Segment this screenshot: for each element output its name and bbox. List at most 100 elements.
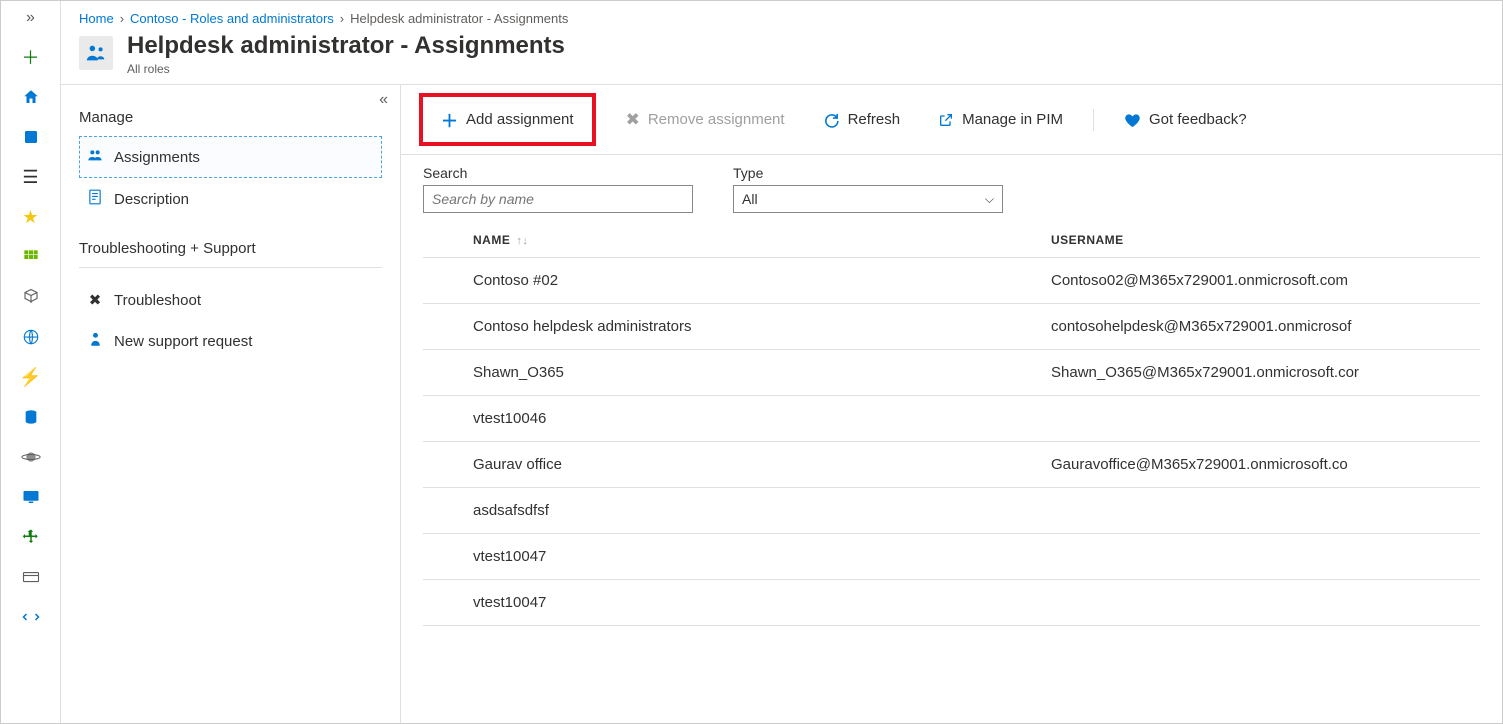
filter-row: Search Type All ⌵ (401, 155, 1502, 219)
cosmos-db-icon[interactable] (21, 447, 41, 467)
type-label: Type (733, 165, 1003, 181)
divider (79, 267, 382, 268)
remove-assignment-button[interactable]: ✖ Remove assignment (618, 104, 793, 136)
menu-new-support[interactable]: New support request (79, 320, 382, 362)
page-subtitle: All roles (127, 62, 565, 76)
add-assignment-button[interactable]: ＋ Add assignment (433, 101, 582, 138)
breadcrumb-roles[interactable]: Contoso - Roles and administrators (130, 11, 334, 26)
cell-name: asdsafsdfsf (423, 488, 1043, 534)
cell-name: Contoso helpdesk administrators (423, 304, 1043, 350)
column-name-header[interactable]: NAME↑↓ (423, 219, 1043, 258)
page-header: Helpdesk administrator - Assignments All… (61, 32, 1502, 84)
breadcrumb-home[interactable]: Home (79, 11, 114, 26)
breadcrumb-current: Helpdesk administrator - Assignments (350, 11, 568, 26)
content-row: « Manage Assignments Description (61, 84, 1502, 723)
virtual-networks-icon[interactable] (21, 607, 41, 627)
breadcrumb: Home › Contoso - Roles and administrator… (61, 1, 1502, 32)
column-username-header[interactable]: USERNAME (1043, 219, 1480, 258)
menu-troubleshoot[interactable]: ✖ Troubleshoot (79, 280, 382, 320)
heart-icon (1124, 112, 1141, 128)
cell-username (1043, 396, 1480, 442)
resource-groups-icon[interactable] (21, 287, 41, 307)
role-icon (79, 36, 113, 70)
remove-icon: ✖ (626, 110, 640, 130)
table-row[interactable]: Contoso #02Contoso02@M365x729001.onmicro… (423, 258, 1480, 304)
menu-troubleshoot-label: Troubleshoot (114, 292, 201, 309)
table-row[interactable]: Shawn_O365Shawn_O365@M365x729001.onmicro… (423, 350, 1480, 396)
all-services-icon[interactable]: ☰ (21, 167, 41, 187)
cell-name: vtest10047 (423, 534, 1043, 580)
table-row[interactable]: vtest10047 (423, 580, 1480, 626)
manage-section-header: Manage (79, 109, 382, 126)
assignments-table-wrap: NAME↑↓ USERNAME Contoso #02Contoso02@M36… (401, 219, 1502, 723)
dashboard-icon[interactable] (21, 127, 41, 147)
load-balancers-icon[interactable] (21, 527, 41, 547)
troubleshoot-icon: ✖ (86, 291, 104, 309)
storage-accounts-icon[interactable] (21, 567, 41, 587)
feedback-label: Got feedback? (1149, 111, 1247, 128)
table-row[interactable]: vtest10046 (423, 396, 1480, 442)
table-row[interactable]: vtest10047 (423, 534, 1480, 580)
support-icon (86, 331, 104, 351)
description-icon (86, 189, 104, 209)
menu-assignments-label: Assignments (114, 149, 200, 166)
sql-databases-icon[interactable] (21, 407, 41, 427)
cell-username: contosohelpdesk@M365x729001.onmicrosof (1043, 304, 1480, 350)
create-resource-icon[interactable]: ＋ (21, 47, 41, 67)
cell-name: Contoso #02 (423, 258, 1043, 304)
add-assignment-label: Add assignment (466, 111, 574, 128)
chevron-down-icon: ⌵ (985, 192, 994, 207)
remove-assignment-label: Remove assignment (648, 111, 785, 128)
cell-username (1043, 488, 1480, 534)
detail-pane: ＋ Add assignment ✖ Remove assignment Ref… (401, 85, 1502, 723)
refresh-icon (823, 111, 840, 128)
function-apps-icon[interactable]: ⚡ (21, 367, 41, 387)
collapse-menu-icon[interactable]: « (379, 91, 388, 109)
assignments-table: NAME↑↓ USERNAME Contoso #02Contoso02@M36… (423, 219, 1480, 626)
menu-assignments[interactable]: Assignments (79, 136, 382, 178)
cell-username (1043, 580, 1480, 626)
cell-name: Gaurav office (423, 442, 1043, 488)
resource-menu: « Manage Assignments Description (61, 85, 401, 723)
favorites-icon[interactable]: ★ (21, 207, 41, 227)
menu-description-label: Description (114, 191, 189, 208)
cell-username: Gauravoffice@M365x729001.onmicrosoft.co (1043, 442, 1480, 488)
menu-description[interactable]: Description (79, 178, 382, 220)
table-row[interactable]: Gaurav officeGauravoffice@M365x729001.on… (423, 442, 1480, 488)
command-bar: ＋ Add assignment ✖ Remove assignment Ref… (401, 85, 1502, 155)
cell-name: vtest10046 (423, 396, 1043, 442)
type-select[interactable]: All ⌵ (733, 185, 1003, 213)
page-title: Helpdesk administrator - Assignments (127, 32, 565, 60)
cell-username (1043, 534, 1480, 580)
all-resources-icon[interactable] (21, 247, 41, 267)
type-select-value: All (742, 191, 758, 207)
cell-username: Contoso02@M365x729001.onmicrosoft.com (1043, 258, 1480, 304)
manage-pim-label: Manage in PIM (962, 111, 1063, 128)
global-nav-rail: » ＋ ☰ ★ ⚡ (1, 1, 61, 723)
manage-pim-button[interactable]: Manage in PIM (930, 105, 1071, 134)
plus-icon: ＋ (441, 107, 458, 132)
table-row[interactable]: Contoso helpdesk administratorscontosohe… (423, 304, 1480, 350)
virtual-machines-icon[interactable] (21, 487, 41, 507)
menu-new-support-label: New support request (114, 333, 252, 350)
assignments-icon (86, 147, 104, 167)
table-row[interactable]: asdsafsdfsf (423, 488, 1480, 534)
external-link-icon (938, 112, 954, 128)
cell-username: Shawn_O365@M365x729001.onmicrosoft.cor (1043, 350, 1480, 396)
highlight-annotation: ＋ Add assignment (419, 93, 596, 146)
cell-name: vtest10047 (423, 580, 1043, 626)
search-input[interactable] (423, 185, 693, 213)
app-services-icon[interactable] (21, 327, 41, 347)
sort-indicator-icon: ↑↓ (516, 235, 528, 247)
feedback-button[interactable]: Got feedback? (1116, 105, 1255, 134)
toolbar-separator (1093, 109, 1094, 131)
main-area: Home › Contoso - Roles and administrator… (61, 1, 1502, 723)
home-icon[interactable] (21, 87, 41, 107)
refresh-button[interactable]: Refresh (815, 105, 909, 134)
refresh-label: Refresh (848, 111, 901, 128)
expand-rail-icon[interactable]: » (26, 9, 35, 27)
chevron-right-icon: › (120, 11, 124, 26)
chevron-right-icon: › (340, 11, 344, 26)
troubleshoot-section-header: Troubleshooting + Support (79, 240, 382, 257)
search-label: Search (423, 165, 693, 181)
